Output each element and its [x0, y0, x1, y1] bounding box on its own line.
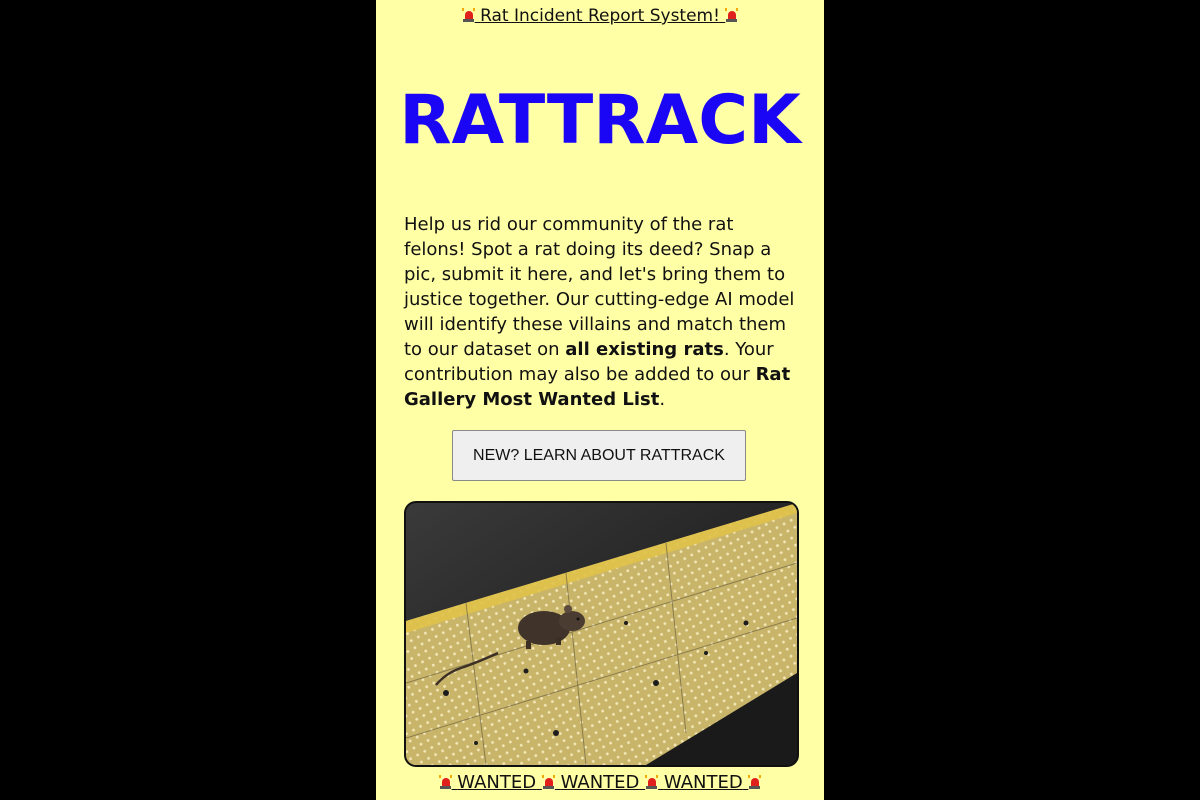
police-light-icon — [541, 775, 555, 789]
wanted-word: WANTED — [457, 772, 537, 793]
police-light-icon — [438, 775, 452, 789]
intro-paragraph: Help us rid our community of the rat fel… — [404, 212, 800, 412]
police-light-icon — [748, 775, 762, 789]
learn-about-button[interactable]: NEW? LEARN ABOUT RATTRACK — [452, 430, 746, 481]
wanted-link[interactable]: WANTED WANTED WANTED — [438, 772, 762, 793]
intro-bold-existing-rats: all existing rats — [565, 339, 724, 360]
intro-text-3: . — [659, 389, 666, 410]
wanted-banner: WANTED WANTED WANTED — [376, 771, 824, 795]
report-system-link[interactable]: Rat Incident Report System! — [461, 6, 739, 26]
rat-photo — [404, 501, 799, 767]
wanted-word: WANTED — [560, 772, 640, 793]
wanted-word: WANTED — [663, 772, 743, 793]
page-title: RATTRACK — [399, 81, 801, 160]
page: Rat Incident Report System! RATTRACK Hel… — [376, 0, 824, 800]
police-light-icon — [645, 775, 659, 789]
banner-text: Rat Incident Report System! — [480, 6, 720, 26]
police-light-icon — [725, 8, 739, 22]
rat-photo-image — [406, 503, 797, 765]
police-light-icon — [461, 8, 475, 22]
top-banner: Rat Incident Report System! — [376, 5, 824, 27]
